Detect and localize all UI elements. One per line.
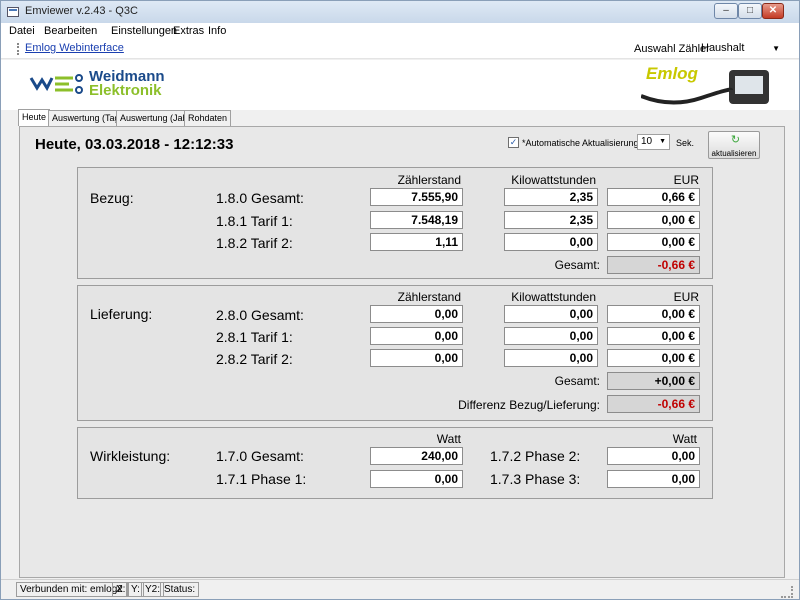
row-label: 2.8.2 Tarif 2:: [216, 351, 293, 367]
logo-line-2: Elektronik: [89, 82, 162, 99]
eur-value: 0,00 €: [607, 211, 700, 229]
today-panel: Heute, 03.03.2018 - 12:12:33 ✓ *Automati…: [19, 126, 785, 578]
link-toolbar: Emlog Webinterface Auswahl Zähler Hausha…: [1, 39, 799, 59]
meter-value: 0,00: [370, 349, 463, 367]
webinterface-link[interactable]: Emlog Webinterface: [25, 42, 124, 54]
meter-select[interactable]: Haushalt ▼: [698, 41, 784, 57]
interval-select[interactable]: 10 ▼: [637, 134, 670, 150]
meter-value: 7.555,90: [370, 188, 463, 206]
col-head-eur: EUR: [673, 290, 699, 304]
kwh-value: 2,35: [504, 188, 598, 206]
row-label: 1.7.2 Phase 2:: [490, 448, 581, 464]
app-window: Emviewer v.2.43 - Q3C – □ ✕ Datei Bearbe…: [0, 0, 800, 600]
row-label: 2.8.1 Tarif 1:: [216, 329, 293, 345]
minimize-button[interactable]: –: [714, 3, 738, 19]
difference-label: Differenz Bezug/Lieferung:: [458, 398, 600, 412]
connection-status: Verbunden mit: emlog2: [16, 582, 127, 597]
col-head-meter: Zählerstand: [397, 173, 461, 187]
menu-bar: Datei Bearbeiten Einstellungen Extras In…: [1, 23, 799, 39]
row-label: 1.7.3 Phase 3:: [490, 471, 581, 487]
bezug-label: Bezug:: [90, 190, 134, 206]
kwh-value: 2,35: [504, 211, 598, 229]
meter-select-value: Haushalt: [701, 42, 745, 54]
row-label: 1.7.1 Phase 1:: [216, 471, 307, 487]
bezug-total-value: -0,66 €: [607, 256, 700, 274]
watt-value: 240,00: [370, 447, 463, 465]
logo-banner: Weidmann Elektronik Emlog: [1, 60, 799, 110]
menu-extras[interactable]: Extras: [173, 25, 204, 37]
bezug-group: Bezug: Zählerstand Kilowattstunden EUR 1…: [77, 167, 713, 279]
menu-bearbeiten[interactable]: Bearbeiten: [44, 25, 97, 37]
row-label: 1.8.1 Tarif 1:: [216, 213, 293, 229]
interval-unit: Sek.: [676, 138, 695, 148]
tab-heute[interactable]: Heute: [18, 109, 51, 126]
status-bar: Verbunden mit: emlog2 X: Y: Y2: Status:: [1, 579, 799, 599]
refresh-button-label: aktualisieren: [711, 149, 757, 158]
lieferung-group: Lieferung: Zählerstand Kilowattstunden E…: [77, 285, 713, 421]
weidmann-logo-icon: [29, 74, 83, 94]
eur-value: 0,66 €: [607, 188, 700, 206]
col-head-meter: Zählerstand: [397, 290, 461, 304]
watt-value: 0,00: [607, 447, 700, 465]
kwh-value: 0,00: [504, 349, 598, 367]
meter-value: 0,00: [370, 327, 463, 345]
close-button[interactable]: ✕: [762, 3, 784, 19]
col-head-watt: Watt: [436, 432, 461, 446]
eur-value: 0,00 €: [607, 233, 700, 251]
menu-info[interactable]: Info: [208, 25, 226, 37]
col-head-kwh: Kilowattstunden: [511, 173, 596, 187]
row-label: 1.8.2 Tarif 2:: [216, 235, 293, 251]
meter-value: 0,00: [370, 305, 463, 323]
auto-refresh-checkbox[interactable]: ✓: [508, 137, 519, 148]
kwh-value: 0,00: [504, 327, 598, 345]
kwh-value: 0,00: [504, 233, 598, 251]
lieferung-label: Lieferung:: [90, 306, 153, 322]
tab-rohdaten[interactable]: Rohdaten: [184, 110, 232, 126]
eur-value: 0,00 €: [607, 327, 700, 345]
menu-einstellungen[interactable]: Einstellungen: [111, 25, 177, 37]
chevron-down-icon: ▼: [659, 138, 666, 145]
watt-value: 0,00: [607, 470, 700, 488]
col-head-watt: Watt: [672, 432, 697, 446]
row-label: 1.8.0 Gesamt:: [216, 190, 304, 206]
watt-value: 0,00: [370, 470, 463, 488]
col-head-eur: EUR: [673, 173, 699, 187]
eur-value: 0,00 €: [607, 305, 700, 323]
menu-datei[interactable]: Datei: [9, 25, 35, 37]
toolbar-grip: [17, 43, 19, 55]
meter-value: 1,11: [370, 233, 463, 251]
emlog-logo: Emlog: [646, 64, 698, 83]
row-label: 1.7.0 Gesamt:: [216, 448, 304, 464]
title-bar: Emviewer v.2.43 - Q3C – □ ✕: [1, 1, 799, 23]
window-title: Emviewer v.2.43 - Q3C: [25, 5, 138, 17]
app-icon: [7, 7, 19, 17]
wirkleistung-group: Wirkleistung: Watt Watt 1.7.0 Gesamt: 24…: [77, 427, 713, 499]
page-title: Heute, 03.03.2018 - 12:12:33: [35, 136, 234, 153]
auto-refresh-label: *Automatische Aktualisierung alle: [522, 138, 656, 148]
interval-value: 10: [641, 136, 653, 147]
refresh-icon: ↻: [730, 134, 741, 146]
chevron-down-icon: ▼: [772, 44, 780, 53]
resize-grip-icon[interactable]: [781, 586, 793, 598]
meter-value: 7.548,19: [370, 211, 463, 229]
difference-value: -0,66 €: [607, 395, 700, 413]
col-head-kwh: Kilowattstunden: [511, 290, 596, 304]
eur-value: 0,00 €: [607, 349, 700, 367]
refresh-button[interactable]: ↻ aktualisieren: [708, 131, 760, 159]
lieferung-total-label: Gesamt:: [554, 374, 600, 388]
kwh-value: 0,00: [504, 305, 598, 323]
status-text: Status:: [160, 582, 200, 597]
wirkleistung-label: Wirkleistung:: [90, 448, 171, 464]
tab-auswertung-tag[interactable]: Auswertung (Tag): [48, 110, 127, 126]
maximize-button[interactable]: □: [738, 3, 762, 19]
bezug-total-label: Gesamt:: [554, 258, 600, 272]
lieferung-total-value: +0,00 €: [607, 372, 700, 390]
row-label: 2.8.0 Gesamt:: [216, 307, 304, 323]
